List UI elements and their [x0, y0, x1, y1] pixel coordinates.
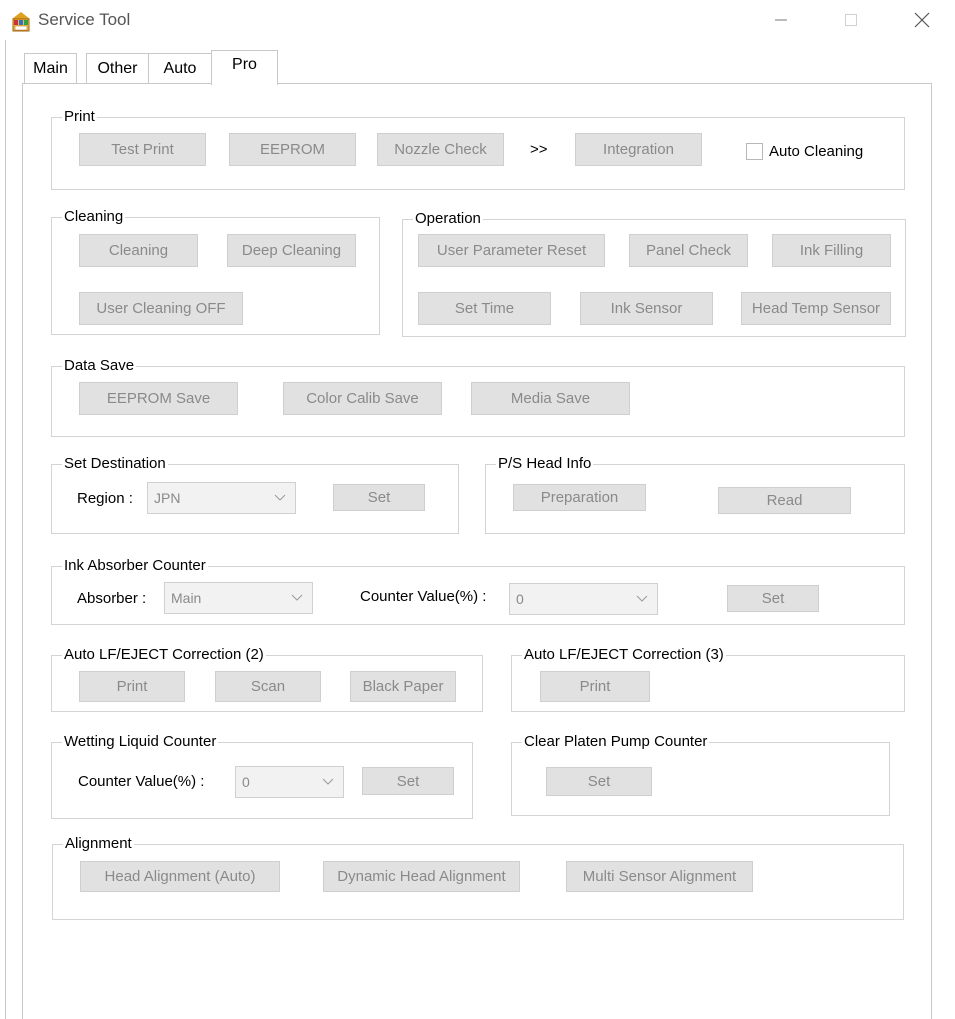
ink-absorber-group-title: Ink Absorber Counter	[64, 557, 206, 574]
chevron-down-icon	[322, 778, 334, 785]
panel-check-button[interactable]: Panel Check	[629, 234, 748, 267]
tab-panel-pro: Print Test Print EEPROM Nozzle Check >> …	[22, 83, 932, 1019]
wetting-set-button[interactable]: Set	[362, 767, 454, 795]
media-save-button[interactable]: Media Save	[471, 382, 630, 415]
tab-auto[interactable]: Auto	[148, 53, 212, 84]
absorber-counter-label: Counter Value(%) :	[360, 588, 487, 605]
auto-cleaning-label[interactable]: Auto Cleaning	[769, 143, 863, 160]
wetting-counter-label: Counter Value(%) :	[78, 773, 205, 790]
close-icon	[914, 12, 930, 28]
absorber-set-button[interactable]: Set	[727, 585, 819, 612]
cleaning-button[interactable]: Cleaning	[79, 234, 198, 267]
dynamic-head-alignment-button[interactable]: Dynamic Head Alignment	[323, 861, 520, 892]
minimize-button[interactable]	[758, 0, 804, 40]
maximize-icon	[845, 14, 857, 26]
platen-pump-group-title: Clear Platen Pump Counter	[524, 733, 708, 750]
lf-eject-2-black-paper-button[interactable]: Black Paper	[350, 671, 456, 702]
tab-other[interactable]: Other	[86, 53, 149, 84]
user-cleaning-off-button[interactable]: User Cleaning OFF	[79, 292, 243, 325]
absorber-value: Main	[171, 590, 202, 606]
region-value: JPN	[154, 490, 181, 506]
absorber-counter-value: 0	[516, 591, 524, 607]
read-button[interactable]: Read	[718, 487, 851, 514]
alignment-group-title: Alignment	[65, 835, 132, 852]
set-destination-group-title: Set Destination	[64, 455, 166, 472]
auto-cleaning-checkbox[interactable]	[746, 143, 763, 160]
wetting-counter-value: 0	[242, 774, 250, 790]
tab-main[interactable]: Main	[24, 53, 77, 84]
preparation-button[interactable]: Preparation	[513, 484, 646, 511]
absorber-select[interactable]: Main	[164, 582, 313, 614]
lf-eject-2-group-title: Auto LF/EJECT Correction (2)	[64, 646, 264, 663]
absorber-label: Absorber :	[77, 590, 147, 607]
operation-group-title: Operation	[415, 210, 481, 227]
close-button[interactable]	[899, 0, 945, 40]
cleaning-group-title: Cleaning	[64, 208, 124, 225]
lf-eject-2-scan-button[interactable]: Scan	[215, 671, 321, 702]
chevron-down-icon	[274, 494, 286, 501]
lf-eject-2-print-button[interactable]: Print	[79, 671, 185, 702]
eeprom-save-button[interactable]: EEPROM Save	[79, 382, 238, 415]
window-left-edge	[0, 40, 6, 1019]
window-title: Service Tool	[38, 10, 131, 29]
app-icon	[10, 10, 32, 32]
user-parameter-reset-button[interactable]: User Parameter Reset	[418, 234, 605, 267]
maximize-button[interactable]	[828, 0, 874, 40]
eeprom-button[interactable]: EEPROM	[229, 133, 356, 166]
head-temp-sensor-button[interactable]: Head Temp Sensor	[741, 292, 891, 325]
region-set-button[interactable]: Set	[333, 484, 425, 511]
absorber-counter-select[interactable]: 0	[509, 583, 658, 615]
color-calib-save-button[interactable]: Color Calib Save	[283, 382, 442, 415]
ps-head-info-group-title: P/S Head Info	[498, 455, 592, 472]
nozzle-check-button[interactable]: Nozzle Check	[377, 133, 504, 166]
region-select[interactable]: JPN	[147, 482, 296, 514]
tab-pro[interactable]: Pro	[211, 50, 278, 85]
deep-cleaning-button[interactable]: Deep Cleaning	[227, 234, 356, 267]
multi-sensor-alignment-button[interactable]: Multi Sensor Alignment	[566, 861, 753, 892]
wetting-liquid-group-title: Wetting Liquid Counter	[64, 733, 217, 750]
chevron-down-icon	[636, 595, 648, 602]
ink-sensor-button[interactable]: Ink Sensor	[580, 292, 713, 325]
print-group-title: Print	[64, 108, 95, 125]
lf-eject-3-group-title: Auto LF/EJECT Correction (3)	[524, 646, 724, 663]
test-print-button[interactable]: Test Print	[79, 133, 206, 166]
platen-pump-set-button[interactable]: Set	[546, 767, 652, 796]
minimize-icon	[775, 19, 787, 21]
data-save-group-title: Data Save	[64, 357, 135, 374]
chevron-down-icon	[291, 594, 303, 601]
ink-filling-button[interactable]: Ink Filling	[772, 234, 891, 267]
integration-button[interactable]: Integration	[575, 133, 702, 166]
set-time-button[interactable]: Set Time	[418, 292, 551, 325]
head-alignment-auto-button[interactable]: Head Alignment (Auto)	[80, 861, 280, 892]
lf-eject-3-print-button[interactable]: Print	[540, 671, 650, 702]
title-bar[interactable]: Service Tool	[0, 0, 955, 40]
wetting-counter-select[interactable]: 0	[235, 766, 344, 798]
region-label: Region :	[77, 490, 133, 507]
integration-arrow-label: >>	[530, 141, 548, 158]
